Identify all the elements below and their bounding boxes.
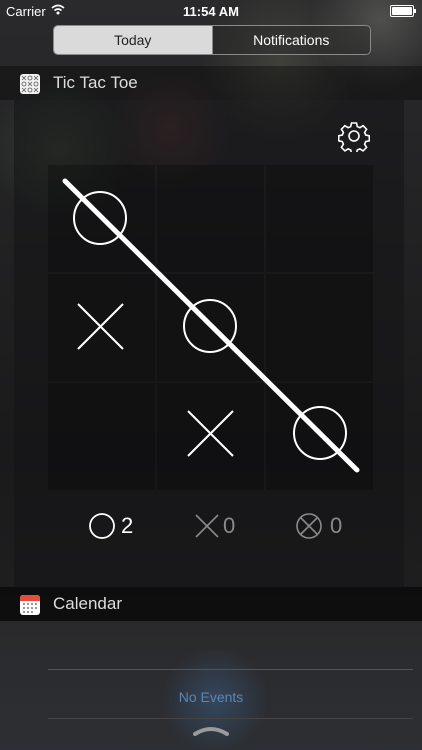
x-mark-icon <box>187 410 234 457</box>
draw-score-value: 0 <box>330 513 343 538</box>
o-score-value: 2 <box>121 513 134 538</box>
draw-icon <box>296 513 322 539</box>
game-board <box>48 165 374 491</box>
no-events-label: No Events <box>178 689 244 705</box>
tab-today[interactable]: Today <box>54 26 212 54</box>
battery-fill <box>392 7 412 15</box>
tictactoe-app-icon <box>20 74 40 94</box>
widget-title: Calendar <box>53 594 122 613</box>
clock: 11:54 AM <box>183 4 239 19</box>
status-bar: Carrier 11:54 AM <box>0 0 422 22</box>
view-segmented-control[interactable]: Today Notifications <box>53 25 371 55</box>
grabber-icon[interactable] <box>193 726 229 736</box>
tictactoe-widget-header[interactable]: Tic Tac Toe <box>0 66 422 100</box>
divider <box>48 718 413 719</box>
divider <box>48 669 413 670</box>
winning-line <box>62 178 360 473</box>
x-mark-icon <box>77 303 124 350</box>
gear-icon[interactable] <box>338 120 370 152</box>
calendar-app-icon <box>20 595 40 615</box>
x-score-value: 0 <box>223 513 236 538</box>
battery-icon <box>390 5 416 17</box>
tab-notifications[interactable]: Notifications <box>211 26 370 54</box>
board-marks <box>62 178 360 473</box>
calendar-widget-header[interactable]: Calendar <box>0 587 422 621</box>
x-mark-icon <box>195 514 219 538</box>
widget-title: Tic Tac Toe <box>53 73 138 92</box>
circle-mark-icon <box>89 513 115 539</box>
